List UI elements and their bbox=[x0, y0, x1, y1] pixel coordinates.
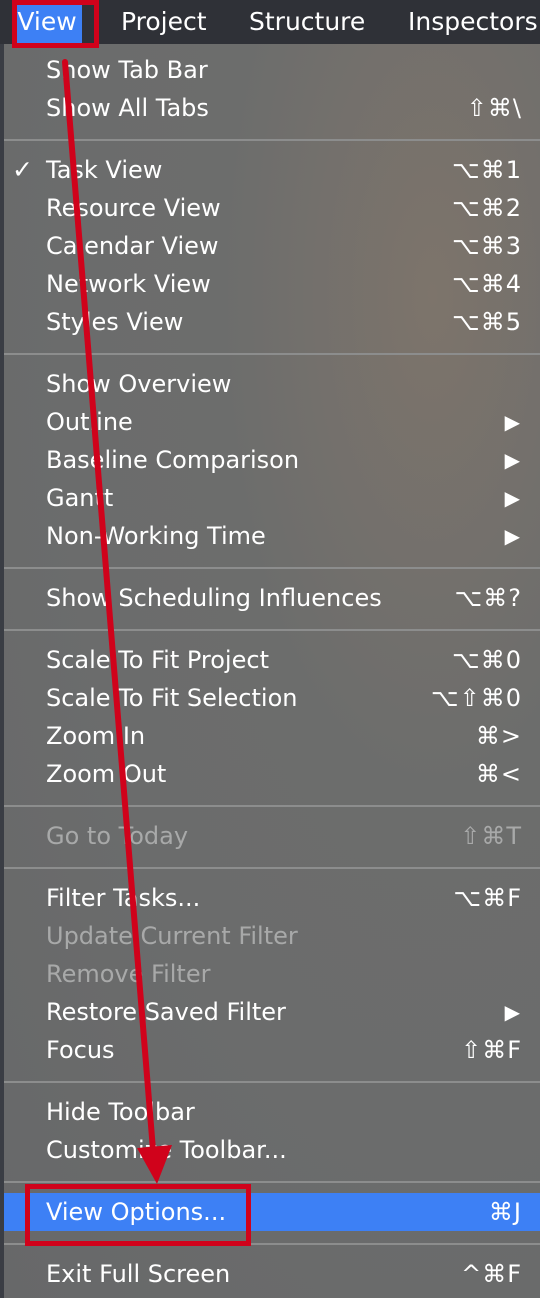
annotation-arrow-icon bbox=[62, 59, 172, 1184]
